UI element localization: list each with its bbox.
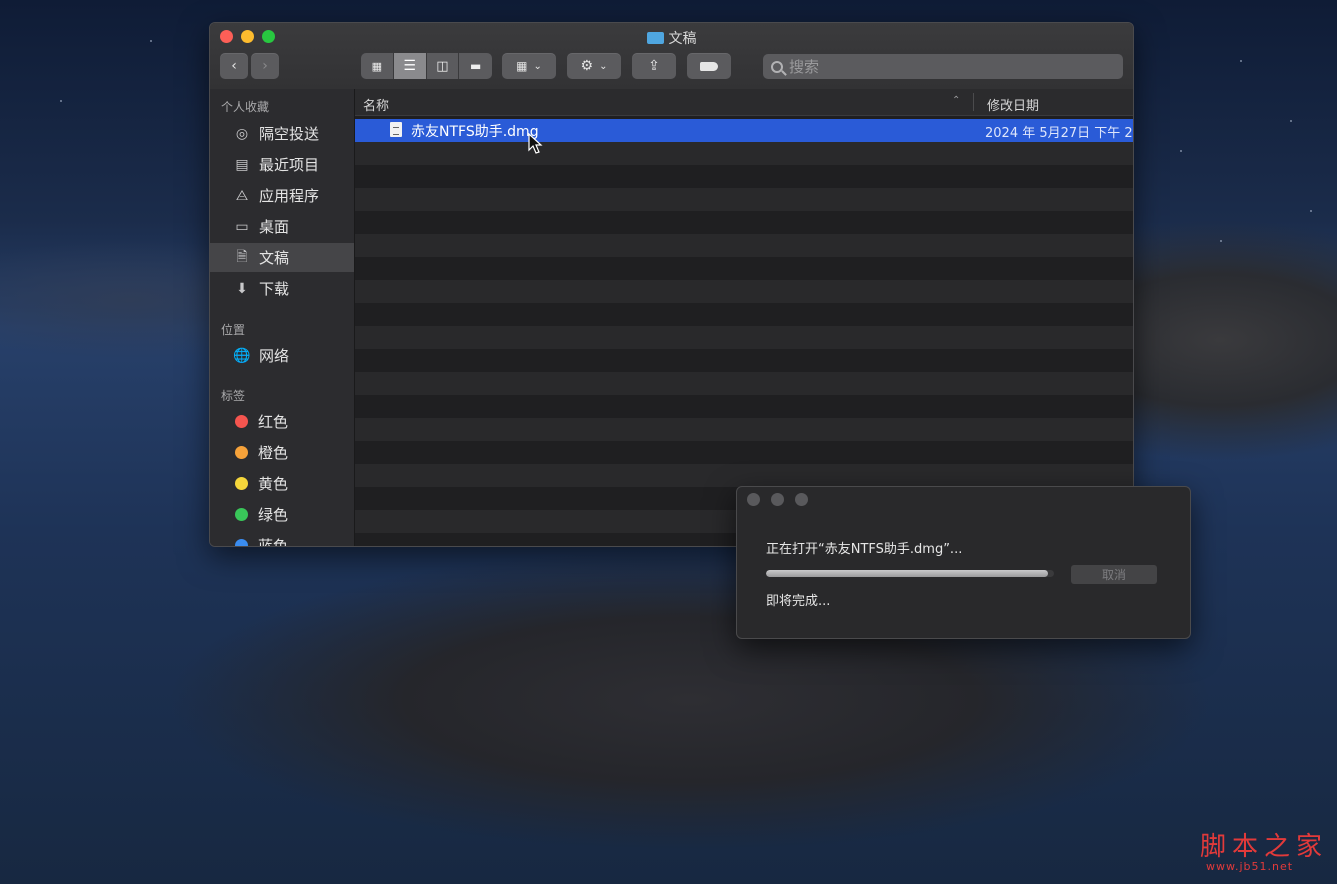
file-date: 2024 年 5月27日 下午 2 <box>985 126 1133 141</box>
list-row <box>355 441 1133 464</box>
list-row <box>355 188 1133 211</box>
column-divider[interactable] <box>973 93 974 111</box>
chevron-down-icon: ⌄ <box>533 60 542 72</box>
forward-button[interactable]: › <box>251 53 279 79</box>
file-name: 赤友NTFS助手.dmg <box>411 124 539 140</box>
list-row <box>355 326 1133 349</box>
cancel-button[interactable]: 取消 <box>1071 565 1157 584</box>
grid-icon: ▦ <box>516 59 528 73</box>
sidebar-header-favorites: 个人收藏 <box>221 100 270 114</box>
tags-button[interactable] <box>687 53 731 79</box>
sidebar-item-applications[interactable]: ⨺ 应用程序 <box>210 181 354 210</box>
sidebar: 个人收藏 ◎ 隔空投送 ▤ 最近项目 ⨺ 应用程序 ▭ 桌面 🗎 文稿 ⬇ 下载 位置 🌐 网… <box>210 89 355 546</box>
sidebar-item-downloads[interactable]: ⬇ 下载 <box>210 274 354 303</box>
search-icon <box>771 60 783 73</box>
list-row <box>355 211 1133 234</box>
network-icon: 🌐 <box>233 347 251 364</box>
chevron-left-icon: ‹ <box>231 58 237 74</box>
columns-icon: ◫ <box>436 58 449 74</box>
airdrop-icon: ◎ <box>235 125 249 142</box>
window-title: 文稿 <box>210 28 1133 48</box>
column-header-date[interactable]: 修改日期 <box>987 95 1039 114</box>
desktop-icon: ▭ <box>235 218 249 235</box>
list-row <box>355 372 1133 395</box>
sidebar-item-desktop[interactable]: ▭ 桌面 <box>210 212 354 241</box>
group-by-button[interactable]: ▦ ⌄ <box>502 53 556 79</box>
list-row <box>355 464 1133 487</box>
finder-window: 文稿 ‹ › ▦ ☰ ◫ ▬ ▦ ⌄ ⚙ ⌄ ⇪ 搜索 个人收藏 ◎ 隔空投送 ▤ 最近… <box>209 22 1134 547</box>
gallery-icon: ▬ <box>469 59 482 73</box>
sidebar-tag-orange[interactable]: 橙色 <box>210 438 354 467</box>
list-row <box>355 418 1133 441</box>
sort-chevron-icon: ⌃ <box>952 95 961 106</box>
progress-bar <box>766 570 1054 577</box>
share-icon: ⇪ <box>648 58 660 74</box>
green-tag-icon <box>235 508 248 521</box>
list-view-button[interactable]: ☰ <box>393 53 427 79</box>
orange-tag-icon <box>235 446 248 459</box>
dialog-zoom-button[interactable] <box>795 493 808 506</box>
grid-icon: ▦ <box>371 59 383 73</box>
list-row <box>355 303 1133 326</box>
icon-view-button[interactable]: ▦ <box>361 53 394 79</box>
sidebar-item-documents[interactable]: 🗎 文稿 <box>210 243 354 272</box>
share-button[interactable]: ⇪ <box>632 53 676 79</box>
list-row <box>355 234 1133 257</box>
mouse-cursor-icon <box>528 133 543 154</box>
file-list: 名称 ⌃ 修改日期 赤友NTFS助手.dmg 2024 年 5月27日 下午 2 <box>355 89 1133 546</box>
folder-icon <box>646 32 664 44</box>
sidebar-tag-blue[interactable]: 蓝色 <box>210 531 354 546</box>
list-icon: ☰ <box>403 58 416 74</box>
applications-icon: ⨺ <box>235 187 249 204</box>
column-header-name[interactable]: 名称 <box>363 95 389 114</box>
sidebar-tag-yellow[interactable]: 黄色 <box>210 469 354 498</box>
list-header: 名称 ⌃ 修改日期 <box>355 89 1133 116</box>
search-placeholder: 搜索 <box>789 58 820 76</box>
list-row <box>355 280 1133 303</box>
documents-icon: 🗎 <box>236 248 248 265</box>
dialog-close-button[interactable] <box>747 493 760 506</box>
list-row <box>355 165 1133 188</box>
opening-progress-dialog: 正在打开“赤友NTFS助手.dmg”... 取消 即将完成... <box>736 486 1191 639</box>
dialog-message: 正在打开“赤友NTFS助手.dmg”... <box>766 542 963 557</box>
recents-icon: ▤ <box>235 156 249 173</box>
finder-toolbar: 文稿 ‹ › ▦ ☰ ◫ ▬ ▦ ⌄ ⚙ ⌄ ⇪ 搜索 <box>210 23 1133 90</box>
gear-icon: ⚙ <box>580 58 594 74</box>
sidebar-item-recents[interactable]: ▤ 最近项目 <box>210 150 354 179</box>
blue-tag-icon <box>235 539 248 546</box>
sidebar-header-tags: 标签 <box>221 389 246 403</box>
sidebar-header-locations: 位置 <box>221 323 246 337</box>
column-view-button[interactable]: ◫ <box>427 53 460 79</box>
watermark-logo: 脚本之家 <box>1200 832 1329 862</box>
sidebar-tag-red[interactable]: 红色 <box>210 407 354 436</box>
dialog-minimize-button[interactable] <box>771 493 784 506</box>
action-button[interactable]: ⚙ ⌄ <box>567 53 621 79</box>
disk-image-file-icon <box>390 122 402 137</box>
chevron-down-icon: ⌄ <box>599 60 608 72</box>
red-tag-icon <box>235 415 248 428</box>
list-row <box>355 395 1133 418</box>
file-row-selected[interactable]: 赤友NTFS助手.dmg 2024 年 5月27日 下午 2 <box>355 119 1133 142</box>
view-mode-selector: ▦ ☰ ◫ ▬ <box>361 53 492 79</box>
progress-fill <box>766 570 1049 577</box>
list-row <box>355 349 1133 372</box>
sidebar-tag-green[interactable]: 绿色 <box>210 500 354 529</box>
back-button[interactable]: ‹ <box>220 53 248 79</box>
tag-icon <box>700 61 718 71</box>
watermark-url: www.jb51.net <box>1206 860 1294 873</box>
yellow-tag-icon <box>235 477 248 490</box>
dialog-status: 即将完成... <box>766 594 831 609</box>
gallery-view-button[interactable]: ▬ <box>459 53 492 79</box>
sidebar-item-network[interactable]: 🌐 网络 <box>210 341 354 370</box>
chevron-right-icon: › <box>262 58 268 74</box>
list-row <box>355 142 1133 165</box>
search-input[interactable]: 搜索 <box>763 54 1123 79</box>
downloads-icon: ⬇ <box>236 280 248 297</box>
sidebar-item-airdrop[interactable]: ◎ 隔空投送 <box>210 119 354 148</box>
list-row <box>355 257 1133 280</box>
